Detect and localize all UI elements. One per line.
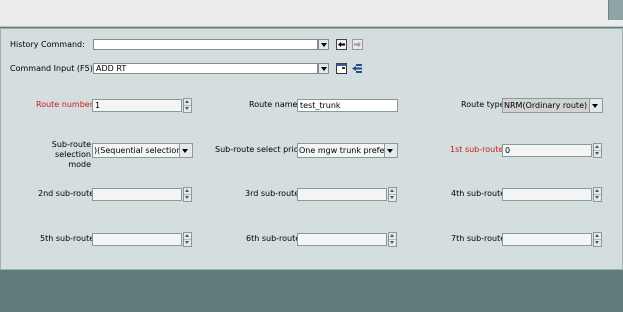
route-type-value: NRM(Ordinary route) [504, 100, 589, 111]
history-command-input[interactable] [93, 39, 318, 50]
sub1-input[interactable]: 0 [502, 144, 592, 157]
forward-arrow-icon[interactable] [352, 39, 363, 50]
sub2-input[interactable] [92, 188, 182, 201]
sub1-spinner[interactable] [593, 143, 602, 158]
back-arrow-icon[interactable] [336, 39, 347, 50]
sub3-spinner[interactable] [388, 187, 397, 202]
sub7-label: 7th sub-route [451, 234, 506, 243]
command-panel: History Command: Command Input (F5): ADD… [0, 28, 623, 270]
sub5-input[interactable] [92, 233, 182, 246]
sub5-label: 5th sub-route [40, 234, 95, 243]
route-type-dropdown[interactable] [589, 99, 602, 112]
sub7-input[interactable] [502, 233, 592, 246]
subroute-selection-mode-label: Sub-route selection mode [15, 140, 91, 170]
subroute-select-prior-value: One mgw trunk prefer [299, 146, 384, 155]
route-number-input[interactable]: 1 [92, 99, 182, 112]
route-number-label: Route number [36, 100, 93, 109]
sub2-label: 2nd sub-route [38, 189, 95, 198]
scrollbar-corner[interactable] [608, 0, 623, 20]
sub4-input[interactable] [502, 188, 592, 201]
subroute-selection-mode-label-line1: Sub-route selection [51, 140, 91, 159]
subroute-select-prior-dropdown[interactable] [384, 144, 397, 157]
open-window-icon[interactable] [336, 63, 347, 74]
route-type-select[interactable]: NRM(Ordinary route) [502, 98, 603, 113]
sub3-label: 3rd sub-route [245, 189, 300, 198]
history-command-label: History Command: [10, 40, 85, 49]
subroute-select-prior-label: Sub-route select prior [215, 145, 302, 154]
subroute-selection-mode-value: )(Sequential selection) [94, 146, 179, 155]
top-bar [0, 0, 623, 27]
sub6-spinner[interactable] [388, 232, 397, 247]
history-command-dropdown[interactable] [318, 39, 329, 50]
insert-icon[interactable] [352, 63, 363, 74]
sub4-spinner[interactable] [593, 187, 602, 202]
subroute-select-prior-select[interactable]: One mgw trunk prefer [297, 143, 398, 158]
sub2-spinner[interactable] [183, 187, 192, 202]
sub1-label: 1st sub-route [450, 145, 504, 154]
route-type-label: Route type [461, 100, 505, 109]
bottom-area [0, 270, 623, 312]
sub4-label: 4th sub-route [451, 189, 506, 198]
subroute-selection-mode-label-line2: mode [68, 160, 91, 169]
sub5-spinner[interactable] [183, 232, 192, 247]
route-name-input[interactable]: test_trunk [297, 99, 398, 112]
command-input-dropdown[interactable] [318, 63, 329, 74]
sub3-input[interactable] [297, 188, 387, 201]
sub7-spinner[interactable] [593, 232, 602, 247]
subroute-selection-mode-dropdown[interactable] [179, 144, 192, 157]
route-name-label: Route name [249, 100, 298, 109]
route-number-spinner[interactable] [183, 98, 192, 113]
sub6-input[interactable] [297, 233, 387, 246]
command-input-label: Command Input (F5): [10, 64, 96, 73]
sub6-label: 6th sub-route [246, 234, 301, 243]
subroute-selection-mode-select[interactable]: )(Sequential selection) [92, 143, 193, 158]
command-input-field[interactable]: ADD RT [93, 63, 318, 74]
